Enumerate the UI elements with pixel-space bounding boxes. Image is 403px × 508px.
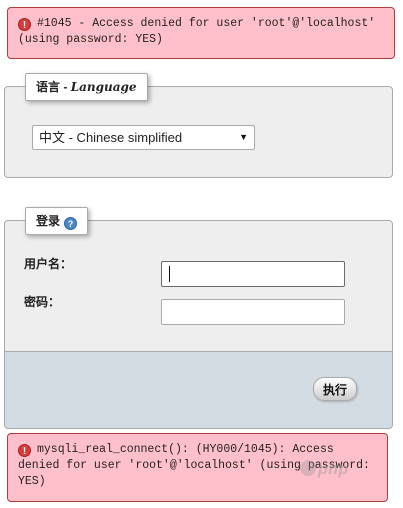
language-select[interactable]: 中文 - Chinese simplified ▼	[32, 125, 255, 150]
username-input[interactable]	[161, 261, 345, 287]
error-text-top: #1045 - Access denied for user 'root'@'l…	[18, 17, 376, 46]
help-icon[interactable]: ?	[64, 217, 78, 230]
text-caret	[169, 266, 170, 282]
language-legend-cn: 语言 -	[36, 80, 68, 94]
watermark-text: php	[318, 461, 349, 478]
login-footer: 执行	[4, 351, 393, 429]
language-fieldset: 语言 - Language 中文 - Chinese simplified ▼	[4, 73, 393, 178]
login-legend: 登录?	[25, 207, 89, 235]
username-label: 用户名：	[24, 257, 73, 271]
login-fieldset: 登录? 用户名： 密码： 执行	[4, 207, 393, 429]
watermark-logo: php	[300, 460, 349, 479]
language-legend: 语言 - Language	[25, 73, 148, 101]
login-legend-text: 登录	[36, 214, 61, 228]
password-label: 密码：	[24, 295, 61, 309]
watermark-icon	[300, 460, 316, 476]
language-legend-en: Language	[70, 80, 137, 94]
dropdown-arrow-icon: ▼	[239, 132, 248, 142]
submit-button[interactable]: 执行	[313, 377, 357, 401]
language-select-value: 中文 - Chinese simplified	[39, 130, 183, 145]
error-icon: !	[18, 444, 31, 457]
error-icon: !	[18, 18, 31, 31]
error-message-top: ! #1045 - Access denied for user 'root'@'…	[7, 7, 395, 59]
password-input[interactable]	[161, 299, 345, 325]
